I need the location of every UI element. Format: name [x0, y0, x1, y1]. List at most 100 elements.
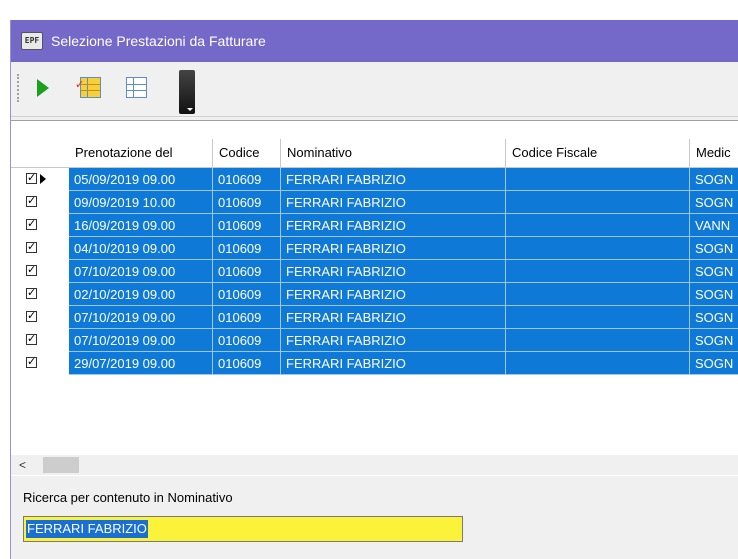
cell-nominativo[interactable]: FERRARI FABRIZIO — [281, 329, 506, 352]
row-checkbox[interactable]: ✓ — [26, 173, 37, 184]
cell-codice-fiscale[interactable] — [506, 214, 690, 237]
cell-prenotazione[interactable]: 07/10/2019 09.00 — [69, 329, 213, 352]
cell-medico[interactable]: SOGN — [690, 237, 738, 260]
cell-nominativo[interactable]: FERRARI FABRIZIO — [281, 352, 506, 375]
row-selector[interactable]: ✓ — [11, 191, 69, 214]
cell-nominativo[interactable]: FERRARI FABRIZIO — [281, 283, 506, 306]
cell-codice[interactable]: 010609 — [213, 306, 281, 329]
row-checkbox[interactable]: ✓ — [26, 242, 37, 253]
cell-codice[interactable]: 010609 — [213, 329, 281, 352]
cell-codice[interactable]: 010609 — [213, 214, 281, 237]
cell-codice[interactable]: 010609 — [213, 283, 281, 306]
scroll-thumb[interactable] — [43, 457, 79, 473]
cell-prenotazione[interactable]: 09/09/2019 10.00 — [69, 191, 213, 214]
table-row[interactable]: ✓ 02/10/2019 09.00 010609 FERRARI FABRIZIO S… — [11, 283, 738, 306]
cell-codice[interactable]: 010609 — [213, 191, 281, 214]
search-value: FERRARI FABRIZIO — [26, 520, 148, 538]
title-bar[interactable]: EPF Selezione Prestazioni da Fatturare — [11, 20, 738, 62]
cell-medico[interactable]: SOGN — [690, 191, 738, 214]
cell-codice-fiscale[interactable] — [506, 329, 690, 352]
cell-prenotazione[interactable]: 02/10/2019 09.00 — [69, 283, 213, 306]
cell-medico[interactable]: VANN — [690, 214, 738, 237]
select-all-button[interactable]: ✓ — [75, 74, 105, 102]
cell-codice-fiscale[interactable] — [506, 352, 690, 375]
cell-prenotazione[interactable]: 05/09/2019 09.00 — [69, 168, 213, 191]
cell-medico[interactable]: SOGN — [690, 283, 738, 306]
row-selector[interactable]: ✓ — [11, 237, 69, 260]
cell-medico[interactable]: SOGN — [690, 260, 738, 283]
header-indicator — [11, 139, 69, 167]
horizontal-scrollbar[interactable]: < — [11, 455, 738, 475]
cell-codice-fiscale[interactable] — [506, 237, 690, 260]
cell-prenotazione[interactable]: 04/10/2019 09.00 — [69, 237, 213, 260]
table-row[interactable]: ✓ 07/10/2019 09.00 010609 FERRARI FABRIZIO S… — [11, 306, 738, 329]
run-button[interactable] — [29, 74, 57, 102]
toolbar: ✓ — [11, 62, 738, 117]
table-row[interactable]: ✓ 16/09/2019 09.00 010609 FERRARI FABRIZIO V… — [11, 214, 738, 237]
cell-codice-fiscale[interactable] — [506, 191, 690, 214]
play-icon — [37, 79, 49, 97]
cell-prenotazione[interactable]: 07/10/2019 09.00 — [69, 260, 213, 283]
row-selector[interactable]: ✓ — [11, 306, 69, 329]
toolbar-grip[interactable] — [17, 74, 21, 102]
row-selector[interactable]: ✓ — [11, 214, 69, 237]
row-checkbox[interactable]: ✓ — [26, 311, 37, 322]
row-selector[interactable]: ✓ — [11, 329, 69, 352]
cell-codice-fiscale[interactable] — [506, 306, 690, 329]
row-checkbox[interactable]: ✓ — [26, 288, 37, 299]
table-row[interactable]: ✓ 29/07/2019 09.00 010609 FERRARI FABRIZIO S… — [11, 352, 738, 375]
table-row[interactable]: ✓ 05/09/2019 09.00 010609 FERRARI FABRIZIO S… — [11, 168, 738, 191]
header-nominativo[interactable]: Nominativo — [281, 139, 506, 167]
app-icon: EPF — [21, 32, 43, 50]
table-row[interactable]: ✓ 09/09/2019 10.00 010609 FERRARI FABRIZIO S… — [11, 191, 738, 214]
cell-codice-fiscale[interactable] — [506, 260, 690, 283]
grid-icon — [126, 77, 147, 98]
cell-medico[interactable]: SOGN — [690, 329, 738, 352]
selection-window: EPF Selezione Prestazioni da Fatturare ✓… — [10, 20, 738, 559]
row-selector[interactable]: ✓ — [11, 168, 69, 191]
row-checkbox[interactable]: ✓ — [26, 357, 37, 368]
row-checkbox[interactable]: ✓ — [26, 219, 37, 230]
deselect-all-button[interactable] — [123, 74, 151, 102]
cell-codice[interactable]: 010609 — [213, 352, 281, 375]
cell-medico[interactable]: SOGN — [690, 168, 738, 191]
current-row-pointer-icon — [40, 174, 46, 184]
table-row[interactable]: ✓ 07/10/2019 09.00 010609 FERRARI FABRIZIO S… — [11, 329, 738, 352]
row-checkbox[interactable]: ✓ — [26, 196, 37, 207]
red-check-icon: ✓ — [75, 79, 85, 91]
header-medico[interactable]: Medic — [690, 139, 738, 167]
row-selector[interactable]: ✓ — [11, 260, 69, 283]
cell-nominativo[interactable]: FERRARI FABRIZIO — [281, 214, 506, 237]
table-row[interactable]: ✓ 04/10/2019 09.00 010609 FERRARI FABRIZIO S… — [11, 237, 738, 260]
cell-prenotazione[interactable]: 29/07/2019 09.00 — [69, 352, 213, 375]
row-checkbox[interactable]: ✓ — [26, 334, 37, 345]
cell-codice-fiscale[interactable] — [506, 283, 690, 306]
cell-codice[interactable]: 010609 — [213, 237, 281, 260]
header-prenotazione[interactable]: Prenotazione del — [69, 139, 213, 167]
cell-nominativo[interactable]: FERRARI FABRIZIO — [281, 306, 506, 329]
search-label: Ricerca per contenuto in Nominativo — [23, 490, 233, 505]
cell-nominativo[interactable]: FERRARI FABRIZIO — [281, 237, 506, 260]
row-checkbox[interactable]: ✓ — [26, 265, 37, 276]
header-codice[interactable]: Codice — [213, 139, 281, 167]
scroll-left-arrow-icon[interactable]: < — [19, 457, 35, 473]
grid-header: Prenotazione del Codice Nominativo Codic… — [11, 139, 738, 168]
cell-prenotazione[interactable]: 16/09/2019 09.00 — [69, 214, 213, 237]
cell-codice[interactable]: 010609 — [213, 168, 281, 191]
cell-nominativo[interactable]: FERRARI FABRIZIO — [281, 260, 506, 283]
row-selector[interactable]: ✓ — [11, 283, 69, 306]
cell-prenotazione[interactable]: 07/10/2019 09.00 — [69, 306, 213, 329]
services-grid[interactable]: Prenotazione del Codice Nominativo Codic… — [11, 120, 738, 476]
cell-codice-fiscale[interactable] — [506, 168, 690, 191]
table-row[interactable]: ✓ 07/10/2019 09.00 010609 FERRARI FABRIZIO S… — [11, 260, 738, 283]
grid-rows: ✓ 05/09/2019 09.00 010609 FERRARI FABRIZIO S… — [11, 168, 738, 375]
cell-nominativo[interactable]: FERRARI FABRIZIO — [281, 168, 506, 191]
header-codice-fiscale[interactable]: Codice Fiscale — [506, 139, 690, 167]
row-selector[interactable]: ✓ — [11, 352, 69, 375]
dropdown-button[interactable] — [179, 70, 195, 114]
search-input[interactable]: FERRARI FABRIZIO — [23, 516, 463, 542]
cell-codice[interactable]: 010609 — [213, 260, 281, 283]
cell-nominativo[interactable]: FERRARI FABRIZIO — [281, 191, 506, 214]
cell-medico[interactable]: SOGN — [690, 306, 738, 329]
cell-medico[interactable]: SOGN — [690, 352, 738, 375]
